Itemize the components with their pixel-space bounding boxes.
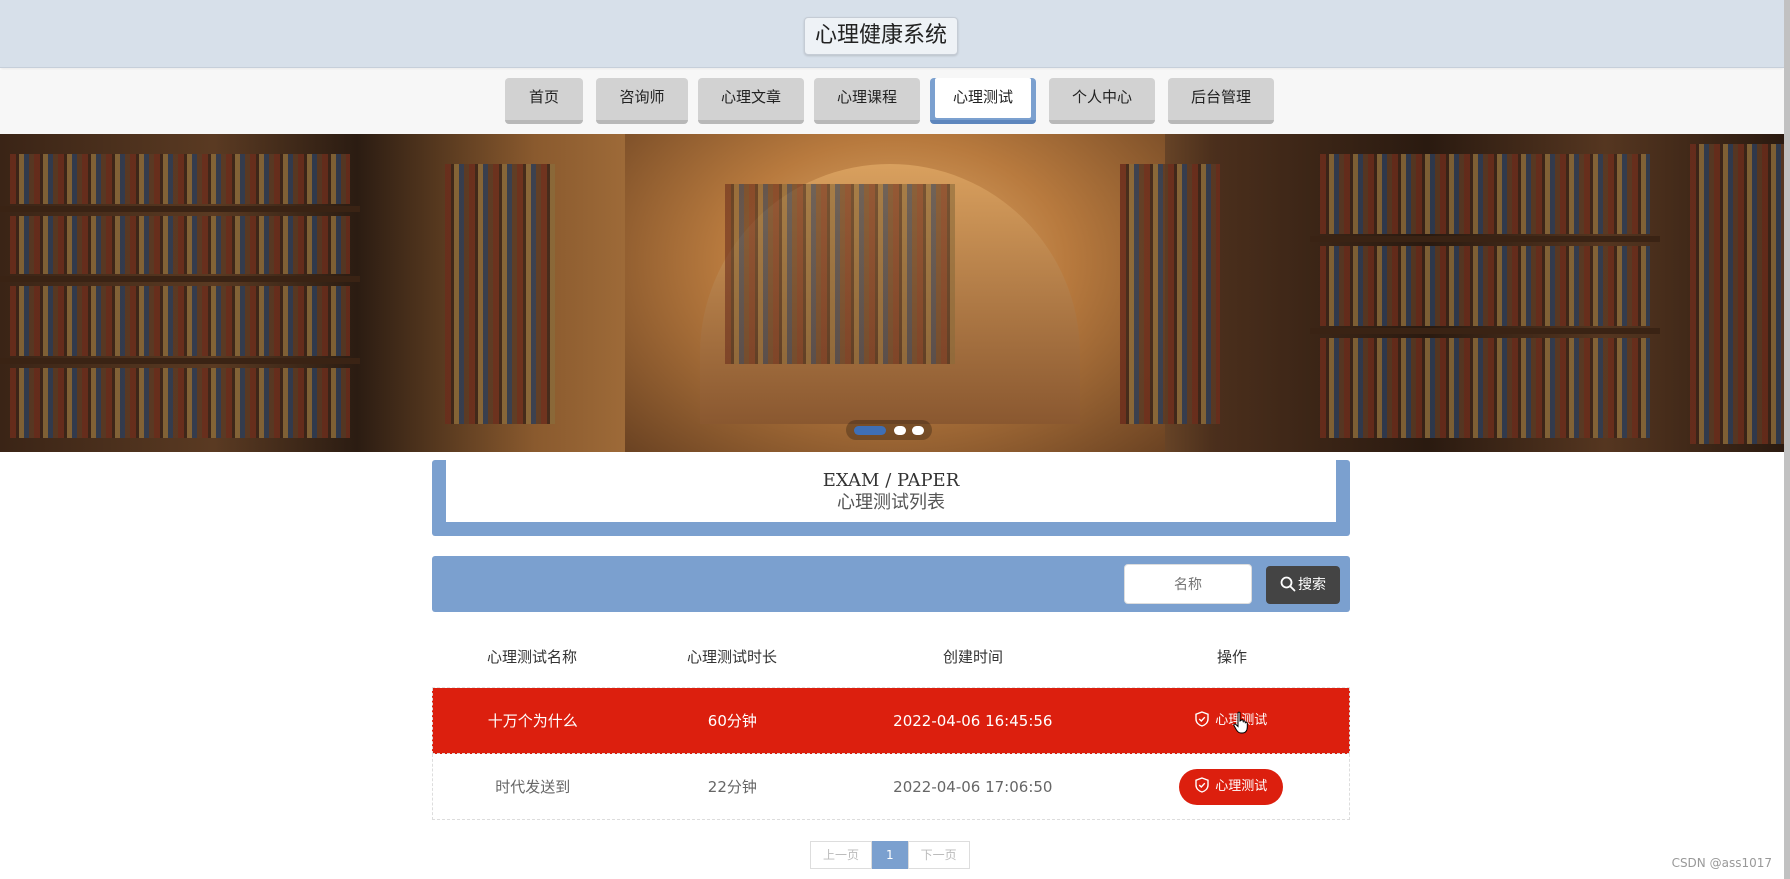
shelf-board: [0, 276, 360, 282]
column-header: 操作: [1216, 648, 1247, 666]
next-page-button[interactable]: 下一页: [907, 841, 970, 869]
column-header[interactable]: 创建时间: [832, 646, 1114, 667]
section-header-panel: EXAM / PAPER 心理测试列表: [446, 460, 1336, 522]
carousel-indicators: [846, 420, 932, 440]
nav-item-label: 个人中心: [1071, 88, 1132, 106]
take-test-label: 心理测试: [1215, 778, 1268, 794]
action-cell: 心理测试: [1114, 768, 1349, 805]
search-button-label: 搜索: [1298, 577, 1326, 593]
nav-item-home[interactable]: 首页: [505, 78, 583, 124]
nav-item-admin[interactable]: 后台管理: [1168, 78, 1274, 124]
carousel-dot[interactable]: [854, 426, 886, 435]
page-number[interactable]: 1: [872, 841, 908, 869]
bookshelf: [10, 154, 350, 204]
test-duration: 22分钟: [707, 778, 757, 796]
bookshelf: [10, 216, 350, 274]
bookshelf: [10, 286, 350, 356]
shield-check-icon: [1195, 776, 1209, 793]
nav-item-counselors[interactable]: 咨询师: [596, 78, 688, 124]
pagination: 上一页 1 下一页: [810, 841, 970, 869]
scroll-thumb[interactable]: [1784, 0, 1790, 879]
nav-item-label: 心理测试: [935, 78, 1031, 118]
nav-item-courses[interactable]: 心理课程: [814, 78, 920, 124]
table-row[interactable]: 十万个为什么 60分钟 2022-04-06 16:45:56 心理测试: [432, 688, 1350, 754]
nav-item-label: 心理文章: [720, 88, 781, 106]
column-header[interactable]: 心理测试时长: [632, 646, 832, 667]
nav-item-tests[interactable]: 心理测试: [930, 78, 1036, 124]
created-time: 2022-04-06 16:45:56: [893, 711, 1053, 730]
bookshelf: [1320, 246, 1650, 326]
shield-check-icon: [1195, 710, 1209, 727]
shelf-board: [0, 358, 360, 364]
banner-carousel[interactable]: [0, 134, 1784, 452]
bookshelf: [1120, 164, 1220, 424]
section-header: EXAM / PAPER 心理测试列表: [432, 460, 1350, 536]
search-button[interactable]: 搜索: [1266, 566, 1340, 604]
test-name: 十万个为什么: [487, 712, 578, 730]
bookshelf: [725, 184, 955, 364]
section-title-cn: 心理测试列表: [837, 492, 945, 513]
bookshelf: [1320, 154, 1650, 234]
main-nav: 首页 咨询师 心理文章 心理课程 心理测试 个人中心 后台管理: [0, 70, 1784, 134]
bookshelf: [1690, 144, 1784, 444]
prev-page-button[interactable]: 上一页: [810, 841, 873, 869]
table-row[interactable]: 时代发送到 22分钟 2022-04-06 17:06:50 心理测试: [432, 754, 1350, 820]
nav-item-label: 咨询师: [619, 88, 665, 106]
search-bar: 搜索: [432, 556, 1350, 612]
page-scrollbar[interactable]: [1784, 0, 1790, 879]
shelf-board: [0, 206, 360, 212]
carousel-dot[interactable]: [894, 426, 906, 435]
bookshelf: [10, 368, 350, 438]
hand-cursor-icon: [1233, 711, 1248, 734]
search-input[interactable]: [1124, 564, 1252, 604]
site-title: 心理健康系统: [804, 17, 959, 55]
take-test-button[interactable]: 心理测试: [1179, 703, 1283, 739]
carousel-dot[interactable]: [912, 426, 924, 435]
nav-item-label: 首页: [528, 88, 559, 106]
section-title-en: EXAM / PAPER: [822, 470, 960, 491]
created-time: 2022-04-06 17:06:50: [893, 777, 1053, 796]
nav-item-articles[interactable]: 心理文章: [698, 78, 804, 124]
action-cell: 心理测试: [1114, 703, 1349, 739]
test-table: 心理测试名称 心理测试时长 创建时间 操作 十万个为什么 60分钟 2022-0…: [432, 626, 1350, 820]
nav-item-label: 心理课程: [836, 88, 897, 106]
search-icon: [1280, 576, 1296, 592]
test-duration: 60分钟: [707, 712, 757, 730]
take-test-button[interactable]: 心理测试: [1179, 768, 1284, 805]
bookshelf: [445, 164, 555, 424]
shelf-board: [1310, 328, 1660, 334]
watermark: CSDN @ass1017: [1671, 856, 1772, 870]
top-header: 心理健康系统: [0, 0, 1784, 68]
shelf-board: [1310, 236, 1660, 242]
test-name: 时代发送到: [495, 778, 571, 796]
table-header-row: 心理测试名称 心理测试时长 创建时间 操作: [432, 626, 1350, 688]
bookshelf: [1320, 338, 1650, 438]
column-header[interactable]: 心理测试名称: [432, 646, 632, 667]
nav-item-label: 后台管理: [1190, 88, 1251, 106]
nav-item-profile[interactable]: 个人中心: [1049, 78, 1155, 124]
